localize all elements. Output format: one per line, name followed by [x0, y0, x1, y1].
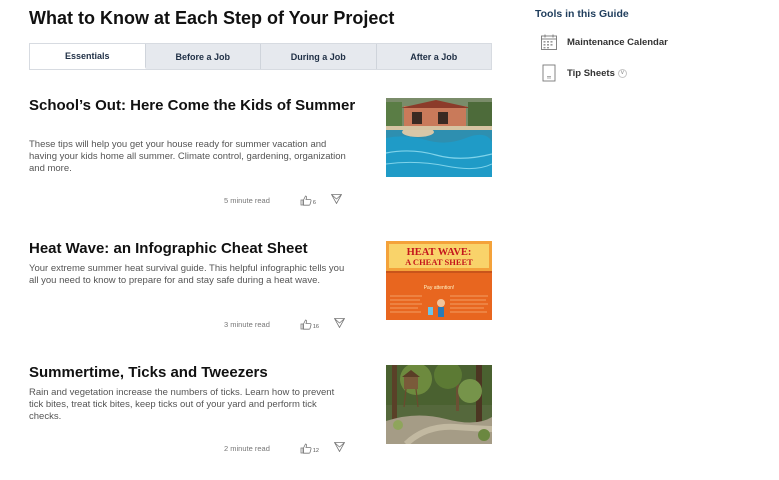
send-icon — [333, 442, 346, 453]
step-tabs: Essentials Before a Job During a Job Aft… — [29, 43, 492, 70]
article-title[interactable]: Summertime, Ticks and Tweezers — [29, 363, 359, 383]
read-time: 5 minute read — [224, 195, 270, 205]
thumbs-up-icon — [300, 443, 312, 454]
pay-attention-text: Pay attention! — [424, 285, 455, 291]
thumbs-up-icon — [300, 319, 312, 330]
like-count: 12 — [312, 447, 319, 454]
article-meta: 2 minute read 12 — [224, 439, 354, 457]
sidebar-title: Tools in this Guide — [535, 8, 629, 20]
cheat-sheet-heading: A CHEAT SHEET — [405, 257, 473, 267]
like-button[interactable]: 16 — [300, 319, 319, 330]
share-button[interactable] — [330, 191, 343, 209]
heat-wave-infographic-image: HEAT WAVE: A CHEAT SHEET Pay attention! — [386, 241, 492, 320]
like-button[interactable]: 6 — [300, 195, 316, 206]
like-count: 6 — [312, 199, 316, 206]
tab-essentials[interactable]: Essentials — [30, 44, 146, 69]
thumbs-up-icon — [300, 195, 312, 206]
article-description: Rain and vegetation increase the numbers… — [29, 387, 335, 422]
article-meta: 5 minute read 6 — [224, 191, 354, 209]
backyard-photo-image — [386, 365, 492, 444]
like-count: 16 — [312, 323, 319, 330]
article-title[interactable]: School’s Out: Here Come the Kids of Summ… — [29, 96, 359, 116]
tab-after-a-job[interactable]: After a Job — [377, 44, 492, 69]
pool-photo-image — [386, 98, 492, 177]
share-button[interactable] — [333, 315, 346, 333]
tool-label: Maintenance Calendar — [567, 36, 668, 48]
share-button[interactable] — [333, 439, 346, 457]
article-meta: 3 minute read 16 — [224, 315, 354, 333]
calendar-icon — [540, 33, 558, 51]
page-title: What to Know at Each Step of Your Projec… — [29, 8, 395, 28]
tip-sheets-link[interactable]: Tip Sheets v — [535, 64, 755, 82]
article-thumbnail-heat-wave[interactable]: HEAT WAVE: A CHEAT SHEET Pay attention! — [386, 241, 492, 320]
send-icon — [330, 194, 343, 205]
send-icon — [333, 318, 346, 329]
tools-sidebar: Tools in this Guide Maintenance Calendar… — [535, 8, 755, 82]
maintenance-calendar-link[interactable]: Maintenance Calendar — [535, 33, 755, 51]
tab-during-a-job[interactable]: During a Job — [261, 44, 377, 69]
chevron-down-icon[interactable]: v — [617, 68, 627, 78]
article-title[interactable]: Heat Wave: an Infographic Cheat Sheet — [29, 239, 359, 259]
document-icon — [540, 64, 558, 82]
like-button[interactable]: 12 — [300, 443, 319, 454]
tab-before-a-job[interactable]: Before a Job — [146, 44, 261, 69]
read-time: 2 minute read — [224, 443, 270, 453]
article-description: Your extreme summer heat survival guide.… — [29, 263, 345, 286]
article-thumbnail-backyard[interactable] — [386, 365, 492, 444]
article-description: These tips will help you get your house … — [29, 139, 346, 174]
read-time: 3 minute read — [224, 319, 270, 329]
tool-label: Tip Sheets — [567, 67, 615, 79]
article-thumbnail-pool[interactable] — [386, 98, 492, 177]
